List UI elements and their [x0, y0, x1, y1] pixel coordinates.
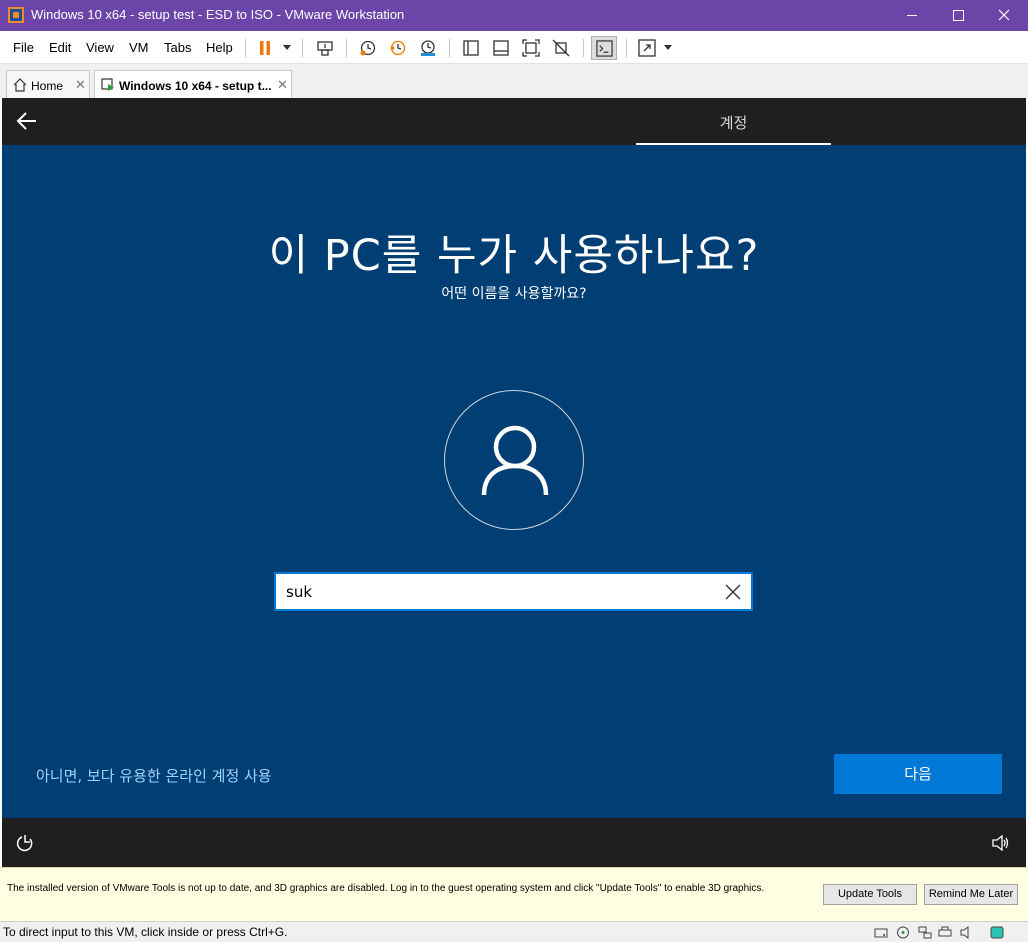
stretch-display-icon[interactable] — [638, 39, 656, 57]
vmware-app-icon — [8, 7, 24, 23]
tab-vm-close-icon[interactable]: ✕ — [277, 77, 288, 93]
toolbar-separator — [346, 39, 347, 57]
toolbar-separator — [583, 39, 584, 57]
menu-tabs[interactable]: Tabs — [164, 40, 191, 55]
vm-oobe-footer — [2, 818, 1026, 867]
vm-oobe-header: 계정 — [2, 98, 1026, 145]
full-screen-icon[interactable] — [522, 39, 540, 57]
notification-text: The installed version of VMware Tools is… — [7, 883, 765, 894]
back-arrow-icon[interactable] — [16, 111, 38, 131]
toolbar-separator — [626, 39, 627, 57]
vm-oobe-screen[interactable]: 이 PC를 누가 사용하나요? 어떤 이름을 사용할까요? 아니면, 보다 유용… — [2, 145, 1026, 818]
name-field[interactable] — [274, 572, 753, 611]
window-title: Windows 10 x64 - setup test - ESD to ISO… — [31, 7, 405, 22]
status-text: To direct input to this VM, click inside… — [3, 925, 288, 939]
clear-input-icon[interactable] — [725, 584, 741, 600]
close-window-button[interactable] — [981, 0, 1027, 31]
name-input[interactable] — [286, 581, 706, 603]
snapshot-manager-icon[interactable] — [419, 39, 437, 57]
revert-snapshot-icon[interactable] — [389, 39, 407, 57]
sound-card-icon[interactable] — [960, 926, 974, 939]
tools-notification-bar: The installed version of VMware Tools is… — [0, 867, 1028, 921]
stretch-dropdown-icon[interactable] — [664, 45, 672, 50]
toolbar-separator — [245, 39, 246, 57]
console-view-toggle[interactable] — [591, 36, 617, 60]
menu-toolbar: File Edit View VM Tabs Help — [0, 31, 1028, 64]
toolbar-separator — [449, 39, 450, 57]
minimize-button[interactable] — [889, 0, 935, 31]
tab-bar: Home ✕ Windows 10 x64 - setup t... ✕ — [0, 64, 1028, 98]
user-icon — [481, 425, 549, 496]
maximize-button[interactable] — [935, 0, 981, 31]
tab-home[interactable]: Home ✕ — [6, 70, 90, 98]
title-bar: Windows 10 x64 - setup test - ESD to ISO… — [0, 0, 1028, 31]
update-tools-button[interactable]: Update Tools — [823, 884, 917, 905]
tab-vm[interactable]: Windows 10 x64 - setup t... ✕ — [94, 70, 292, 98]
send-ctrl-alt-del-icon[interactable] — [316, 39, 334, 57]
online-account-link[interactable]: 아니면, 보다 유용한 온라인 계정 사용 — [36, 765, 272, 786]
menu-vm[interactable]: VM — [129, 40, 149, 55]
volume-icon[interactable] — [992, 835, 1010, 851]
unity-icon[interactable] — [552, 39, 570, 57]
menu-file[interactable]: File — [13, 40, 34, 55]
show-thumbnail-bar-icon[interactable] — [492, 39, 510, 57]
page-title: 이 PC를 누가 사용하나요? — [268, 231, 760, 281]
close-icon — [998, 9, 1010, 21]
home-icon — [13, 78, 27, 92]
hard-disk-icon[interactable] — [874, 926, 888, 939]
network-icon[interactable] — [918, 926, 932, 939]
avatar — [444, 390, 584, 530]
pause-icon[interactable] — [256, 39, 274, 57]
tab-home-label: Home — [31, 79, 64, 93]
show-library-icon[interactable] — [462, 39, 480, 57]
tab-vm-label: Windows 10 x64 - setup t... — [119, 79, 272, 93]
menu-view[interactable]: View — [86, 40, 114, 55]
toolbar-separator — [302, 39, 303, 57]
vm-tab-icon — [101, 78, 114, 91]
remind-later-button[interactable]: Remind Me Later — [924, 884, 1018, 905]
status-bar: To direct input to this VM, click inside… — [0, 921, 1028, 942]
cd-dvd-icon[interactable] — [896, 926, 910, 939]
account-tab-label: 계정 — [719, 114, 748, 132]
tab-home-close-icon[interactable]: ✕ — [75, 77, 86, 93]
ease-of-access-icon[interactable] — [16, 834, 36, 852]
message-log-icon[interactable] — [990, 926, 1004, 939]
console-icon — [596, 40, 613, 57]
power-dropdown-icon[interactable] — [283, 45, 291, 50]
snapshot-icon[interactable] — [359, 39, 377, 57]
printer-icon[interactable] — [938, 926, 952, 939]
next-button[interactable]: 다음 — [834, 754, 1002, 794]
menu-edit[interactable]: Edit — [49, 40, 71, 55]
menu-help[interactable]: Help — [206, 40, 233, 55]
page-subtitle: 어떤 이름을 사용할까요? — [441, 286, 587, 302]
